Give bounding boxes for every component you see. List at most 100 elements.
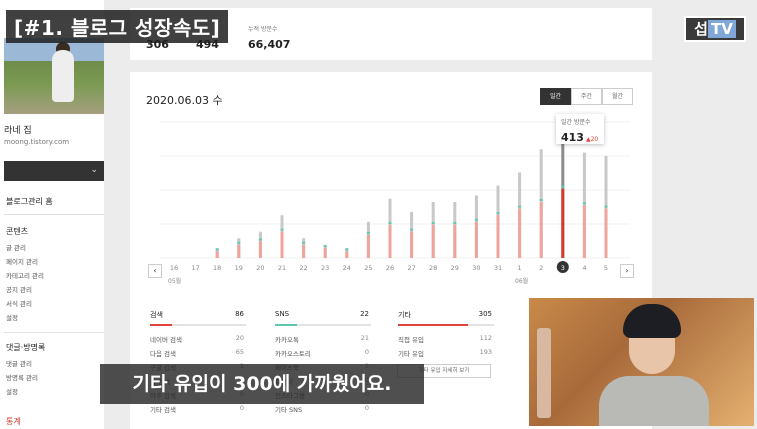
table-row-value: 20 (235, 334, 244, 342)
table-total: 22 (360, 310, 369, 318)
channel-logo: 섭 TV (684, 16, 746, 42)
bar-sub (561, 188, 565, 258)
table-head: 검색 (150, 311, 163, 319)
logo-text: 섭 (694, 20, 708, 38)
bar-accent (323, 245, 327, 248)
bar-sub (431, 225, 435, 258)
bar-sub (237, 244, 241, 258)
table-head: 기타 (398, 311, 411, 319)
profile-photo (4, 38, 104, 114)
webcam-overlay (529, 298, 754, 426)
x-tick-label: 31 (494, 264, 502, 272)
subtitle-caption: 기타 유입이 300에 가까웠어요. (100, 364, 424, 404)
bar-sub (518, 208, 522, 258)
sidebar-item[interactable]: 설정 (6, 386, 18, 396)
bar-accent (453, 222, 457, 225)
table-row-label: 카카오스토리 (275, 350, 311, 358)
month-label-june: 06월 (515, 278, 529, 285)
chart-next-button[interactable]: › (620, 264, 634, 278)
table-row-label: 직접 유입 (398, 336, 424, 344)
bar-sub (453, 225, 457, 258)
sidebar-item[interactable]: 방명록 관리 (6, 372, 38, 382)
sidebar-item[interactable]: 글 관리 (6, 242, 26, 252)
table-bar (398, 324, 494, 326)
sidebar-section-comments: 댓글·방명록 (6, 343, 46, 352)
sidebar-item[interactable]: 페이지 관리 (6, 256, 38, 266)
bar-sub (604, 208, 608, 258)
bar-sub (215, 251, 219, 258)
bar-accent (258, 238, 262, 241)
table-row-label: 기타 SNS (275, 406, 303, 414)
month-label-may: 05월 (168, 278, 182, 285)
bar-sub (302, 244, 306, 258)
visitor-bar-chart: 16 17 18 19 20 21 22 23 24 25 26 27 28 29 30 31 1 2 3 4 5 (160, 121, 630, 273)
bar-accent (604, 205, 608, 208)
bar-sub (323, 248, 327, 258)
x-tick-label: 18 (213, 264, 221, 272)
bar-sub (496, 215, 500, 258)
sidebar-item[interactable]: 댓글 관리 (6, 358, 32, 368)
bar-accent (345, 248, 349, 251)
x-tick-label: 23 (321, 264, 329, 272)
x-tick-label: 20 (256, 264, 264, 272)
table-row-label: 네이버 검색 (150, 336, 182, 344)
sidebar-item[interactable]: 카테고리 관리 (6, 270, 44, 280)
bar-sub (539, 202, 543, 258)
table-row-label: 기타 검색 (150, 406, 176, 414)
bar-accent (280, 228, 284, 231)
bar-accent (410, 228, 414, 231)
x-tick-label: 19 (235, 264, 243, 272)
table-row-label: 기타 유입 (398, 350, 424, 358)
table-row-label: 다음 검색 (150, 350, 176, 358)
bar-accent (518, 205, 522, 208)
sidebar-item[interactable]: 설정 (6, 312, 18, 322)
table-row-value: 0 (364, 348, 369, 356)
x-tick-label: 17 (191, 264, 199, 272)
bar-accent (237, 241, 241, 244)
table-bar (150, 324, 246, 326)
stat-total: 66,407 (248, 38, 291, 51)
x-tick-label: 27 (407, 264, 415, 272)
bar-accent (215, 248, 219, 251)
logo-tv: TV (707, 20, 736, 38)
bar-sub (280, 231, 284, 258)
sidebar: 라네 집 moong.tistory.com ⌄ 블로그관리 홈 콘텐츠 글 관… (0, 0, 104, 429)
x-tick-label: 30 (472, 264, 480, 272)
bar-sub (474, 221, 478, 258)
bar-sub (388, 225, 392, 258)
bar-accent (561, 185, 565, 188)
sidebar-section-content: 콘텐츠 (6, 227, 29, 236)
bar-accent (539, 199, 543, 202)
x-tick-label: 25 (364, 264, 372, 272)
chart-tooltip: 일간 방문수 413 ▲20 (556, 114, 604, 144)
table-row-value: 0 (239, 404, 244, 412)
sidebar-section-stats[interactable]: 통계 (6, 416, 21, 427)
stat-total-label: 누적 방문수 (248, 26, 278, 33)
video-title-badge: [#1. 블로그 성장속도] (6, 10, 229, 43)
bar-accent (388, 222, 392, 225)
bar-sub (366, 234, 370, 258)
bar-accent (431, 222, 435, 225)
tooltip-label: 일간 방문수 (561, 119, 591, 126)
table-row-value: 21 (360, 334, 369, 342)
x-tick-label: 3 (561, 264, 565, 272)
sidebar-item[interactable]: 서식 관리 (6, 298, 32, 308)
x-tick-label: 24 (343, 264, 351, 272)
sidebar-home[interactable]: 블로그관리 홈 (6, 196, 53, 207)
bar-accent (474, 218, 478, 221)
tooltip-delta: ▲20 (585, 136, 599, 143)
sidebar-item[interactable]: 공지 관리 (6, 284, 32, 294)
bar-accent (302, 241, 306, 244)
blog-url[interactable]: moong.tistory.com (4, 138, 69, 146)
table-head: SNS (275, 310, 290, 318)
table-row-value: 65 (235, 348, 244, 356)
blog-select[interactable]: ⌄ (4, 161, 104, 181)
x-tick-label: 26 (386, 264, 394, 272)
x-tick-label: 4 (582, 264, 586, 272)
bar-sub (345, 251, 349, 258)
x-tick-label: 16 (170, 264, 178, 272)
chart-prev-button[interactable]: ‹ (148, 264, 162, 278)
blog-name[interactable]: 라네 집 (4, 123, 32, 136)
x-tick-label: 2 (539, 264, 543, 272)
chevron-down-icon: ⌄ (90, 165, 98, 175)
